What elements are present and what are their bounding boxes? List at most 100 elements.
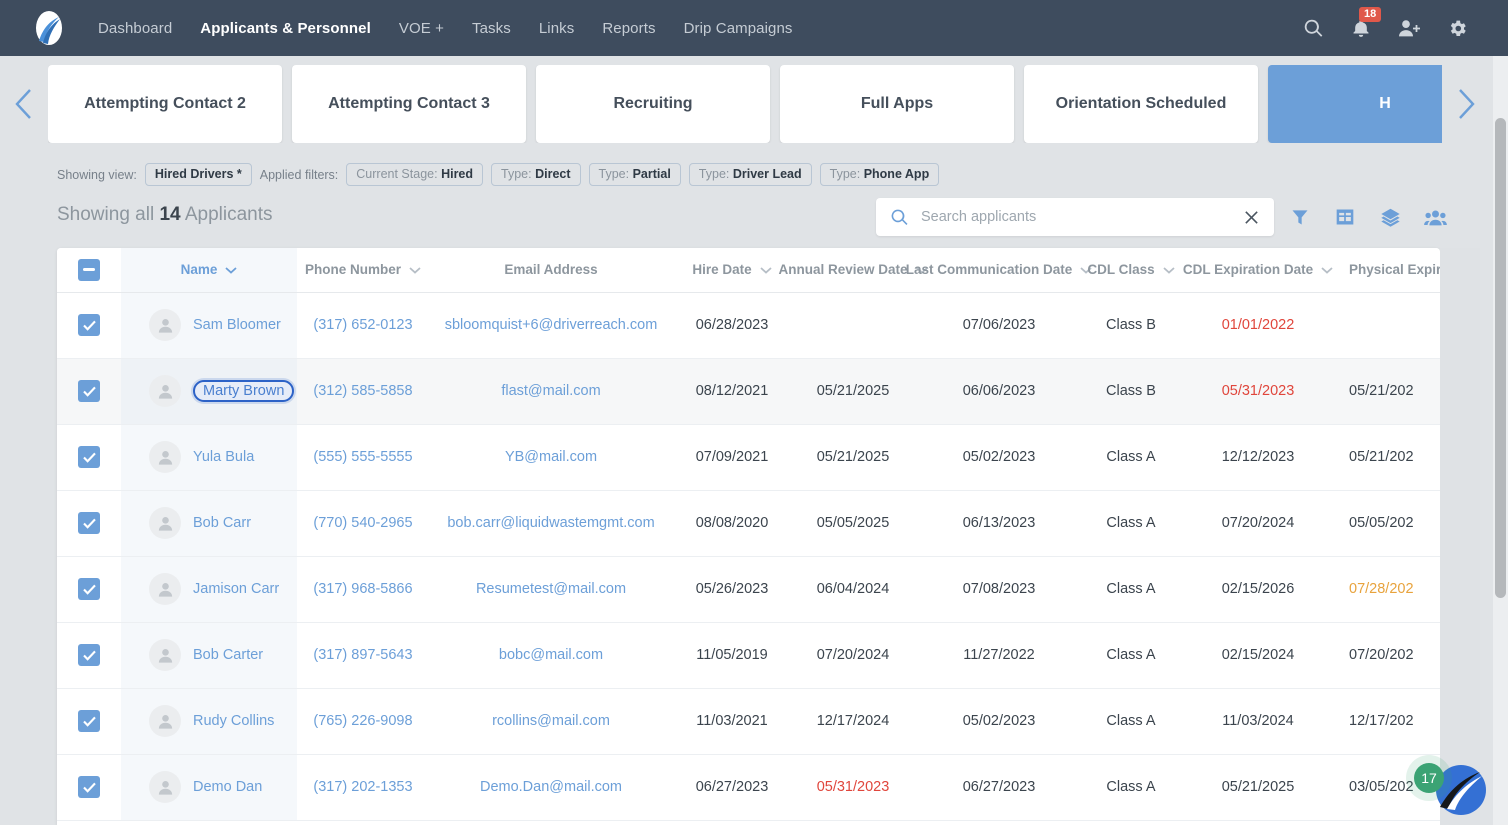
nav-link-reports[interactable]: Reports [588, 14, 669, 43]
row-checkbox[interactable] [78, 512, 100, 534]
layers-icon[interactable] [1378, 205, 1402, 229]
row-email[interactable]: bobc@mail.com [429, 622, 673, 689]
filter-icon[interactable] [1288, 205, 1312, 229]
applicant-name-link[interactable]: Demo Dan [193, 779, 262, 795]
column-header-cdl-class[interactable]: CDL Class [1083, 248, 1179, 293]
filter-chip-type-phone-app[interactable]: Type: Phone App [819, 163, 940, 186]
people-icon[interactable] [1423, 205, 1447, 229]
chevron-down-icon[interactable] [760, 266, 772, 274]
close-icon[interactable] [1243, 209, 1260, 226]
column-header-cdl-expiration-date[interactable]: CDL Expiration Date [1179, 248, 1337, 293]
driverreach-logo[interactable] [20, 10, 78, 46]
vertical-scrollbar-track[interactable] [1493, 56, 1508, 825]
row-phone[interactable]: (317) 968-5866 [297, 556, 429, 623]
view-name-chip[interactable]: Hired Drivers * [144, 163, 252, 186]
gear-icon[interactable] [1444, 15, 1470, 41]
table-row[interactable]: Sam Bloomer (317) 652-0123 sbloomquist+6… [57, 292, 1440, 359]
applicant-name-link[interactable]: Yula Bula [193, 449, 254, 465]
row-email[interactable]: sbloomquist+6@driverreach.com [429, 292, 673, 359]
select-all-checkbox[interactable] [78, 258, 100, 281]
nav-link-voe-plus[interactable]: VOE + [385, 14, 458, 43]
nav-link-dashboard[interactable]: Dashboard [84, 14, 186, 43]
stage-prev-button[interactable] [0, 76, 48, 132]
column-header-name[interactable]: Name [121, 248, 297, 293]
row-checkbox[interactable] [78, 314, 100, 336]
summary-prefix: Showing all [57, 204, 155, 225]
row-checkbox[interactable] [78, 446, 100, 468]
stage-card-attempting-contact-2[interactable]: Attempting Contact 2 [48, 65, 282, 143]
row-phone[interactable]: (317) 652-0123 [297, 292, 429, 359]
applicant-name-link[interactable]: Bob Carter [193, 647, 263, 663]
stage-card-attempting-contact-3[interactable]: Attempting Contact 3 [292, 65, 526, 143]
search-input[interactable] [919, 208, 1243, 226]
chevron-down-icon[interactable] [409, 266, 421, 274]
table-row[interactable]: Jamison Carr (317) 968-5866 Resumetest@m… [57, 556, 1440, 623]
row-checkbox[interactable] [78, 380, 100, 402]
stage-card-orientation-scheduled[interactable]: Orientation Scheduled [1024, 65, 1258, 143]
applicant-name-link[interactable]: Sam Bloomer [193, 317, 281, 333]
row-email[interactable]: flast@mail.com [429, 358, 673, 425]
column-header-email-address[interactable]: Email Address [429, 248, 673, 293]
stage-card-recruiting[interactable]: Recruiting [536, 65, 770, 143]
row-email[interactable]: Resumetest@mail.com [429, 556, 673, 623]
stage-next-button[interactable] [1442, 76, 1490, 132]
table-row[interactable]: Yula Bula (555) 555-5555 YB@mail.com 07/… [57, 424, 1440, 491]
row-annual-review-date [791, 292, 915, 359]
row-checkbox[interactable] [78, 578, 100, 600]
vertical-scrollbar-thumb[interactable] [1495, 118, 1506, 598]
applicant-name-link[interactable]: Jamison Carr [193, 581, 279, 597]
table-row[interactable]: Bob Carter (317) 897-5643 bobc@mail.com … [57, 622, 1440, 689]
chevron-down-icon[interactable] [1321, 266, 1333, 274]
table-row[interactable]: Bob Carr (770) 540-2965 bob.carr@liquidw… [57, 490, 1440, 557]
row-phone[interactable]: (770) 540-2965 [297, 490, 429, 557]
nav-link-tasks[interactable]: Tasks [458, 14, 525, 43]
applicant-name-link[interactable]: Bob Carr [193, 515, 251, 531]
row-phone[interactable]: (317) 202-1353 [297, 754, 429, 821]
column-header-annual-review-date[interactable]: Annual Review Date [778, 248, 928, 293]
row-physical-expiration: 05/05/202 [1337, 490, 1440, 557]
row-email[interactable]: YB@mail.com [429, 424, 673, 491]
applicant-name-link[interactable]: Rudy Collins [193, 713, 274, 729]
row-phone[interactable]: (312) 585-5858 [297, 358, 429, 425]
applicant-name-link[interactable]: Marty Brown [193, 380, 295, 402]
column-header-physical-expiration[interactable]: Physical Expiration [1337, 248, 1440, 293]
stage-card-hired[interactable]: H [1268, 65, 1442, 143]
search-icon[interactable] [1300, 15, 1326, 41]
chevron-down-icon[interactable] [1163, 266, 1175, 274]
filter-chip-type-partial[interactable]: Type: Partial [588, 163, 681, 186]
filter-chip-current-stage[interactable]: Current Stage: Hired [346, 163, 484, 186]
nav-link-applicants-personnel[interactable]: Applicants & Personnel [186, 14, 385, 43]
select-all-cell [57, 248, 121, 293]
row-checkbox[interactable] [78, 644, 100, 666]
row-checkbox-cell [57, 622, 121, 689]
bell-icon[interactable]: 18 [1348, 7, 1382, 41]
chat-unread-badge: 17 [1414, 763, 1444, 793]
add-user-icon[interactable] [1396, 15, 1422, 41]
table-row[interactable]: Demo Dan (317) 202-1353 Demo.Dan@mail.co… [57, 754, 1440, 821]
row-checkbox[interactable] [78, 710, 100, 732]
nav-link-drip-campaigns[interactable]: Drip Campaigns [670, 14, 807, 43]
column-header-last-communication-date[interactable]: Last Communication Date [906, 248, 1092, 293]
row-email[interactable]: rcollins@mail.com [429, 688, 673, 755]
row-phone[interactable]: (555) 555-5555 [297, 424, 429, 491]
stage-card-full-apps[interactable]: Full Apps [780, 65, 1014, 143]
row-phone[interactable]: (765) 226-9098 [297, 688, 429, 755]
view-and-filters-row: Showing view: Hired Drivers * Applied fi… [57, 163, 940, 186]
row-checkbox-cell [57, 754, 121, 821]
filter-chip-type-direct[interactable]: Type: Direct [491, 163, 581, 186]
filter-chip-value: Direct [535, 167, 571, 181]
table-icon[interactable] [1333, 205, 1357, 229]
nav-link-links[interactable]: Links [525, 14, 589, 43]
filter-chip-value: Hired [441, 167, 474, 181]
filter-chip-type-driver-lead[interactable]: Type: Driver Lead [688, 163, 812, 186]
row-email[interactable]: bob.carr@liquidwastemgmt.com [429, 490, 673, 557]
chevron-down-icon[interactable] [225, 266, 237, 274]
column-header-phone-number[interactable]: Phone Number [297, 248, 429, 293]
column-header-hire-date[interactable]: Hire Date [673, 248, 791, 293]
table-row[interactable]: Rudy Collins (765) 226-9098 rcollins@mai… [57, 688, 1440, 755]
table-row[interactable]: Marty Brown (312) 585-5858 flast@mail.co… [57, 358, 1440, 425]
row-email[interactable]: Demo.Dan@mail.com [429, 754, 673, 821]
row-checkbox[interactable] [78, 776, 100, 798]
chat-widget-button[interactable]: 17 [1414, 759, 1488, 817]
row-phone[interactable]: (317) 897-5643 [297, 622, 429, 689]
